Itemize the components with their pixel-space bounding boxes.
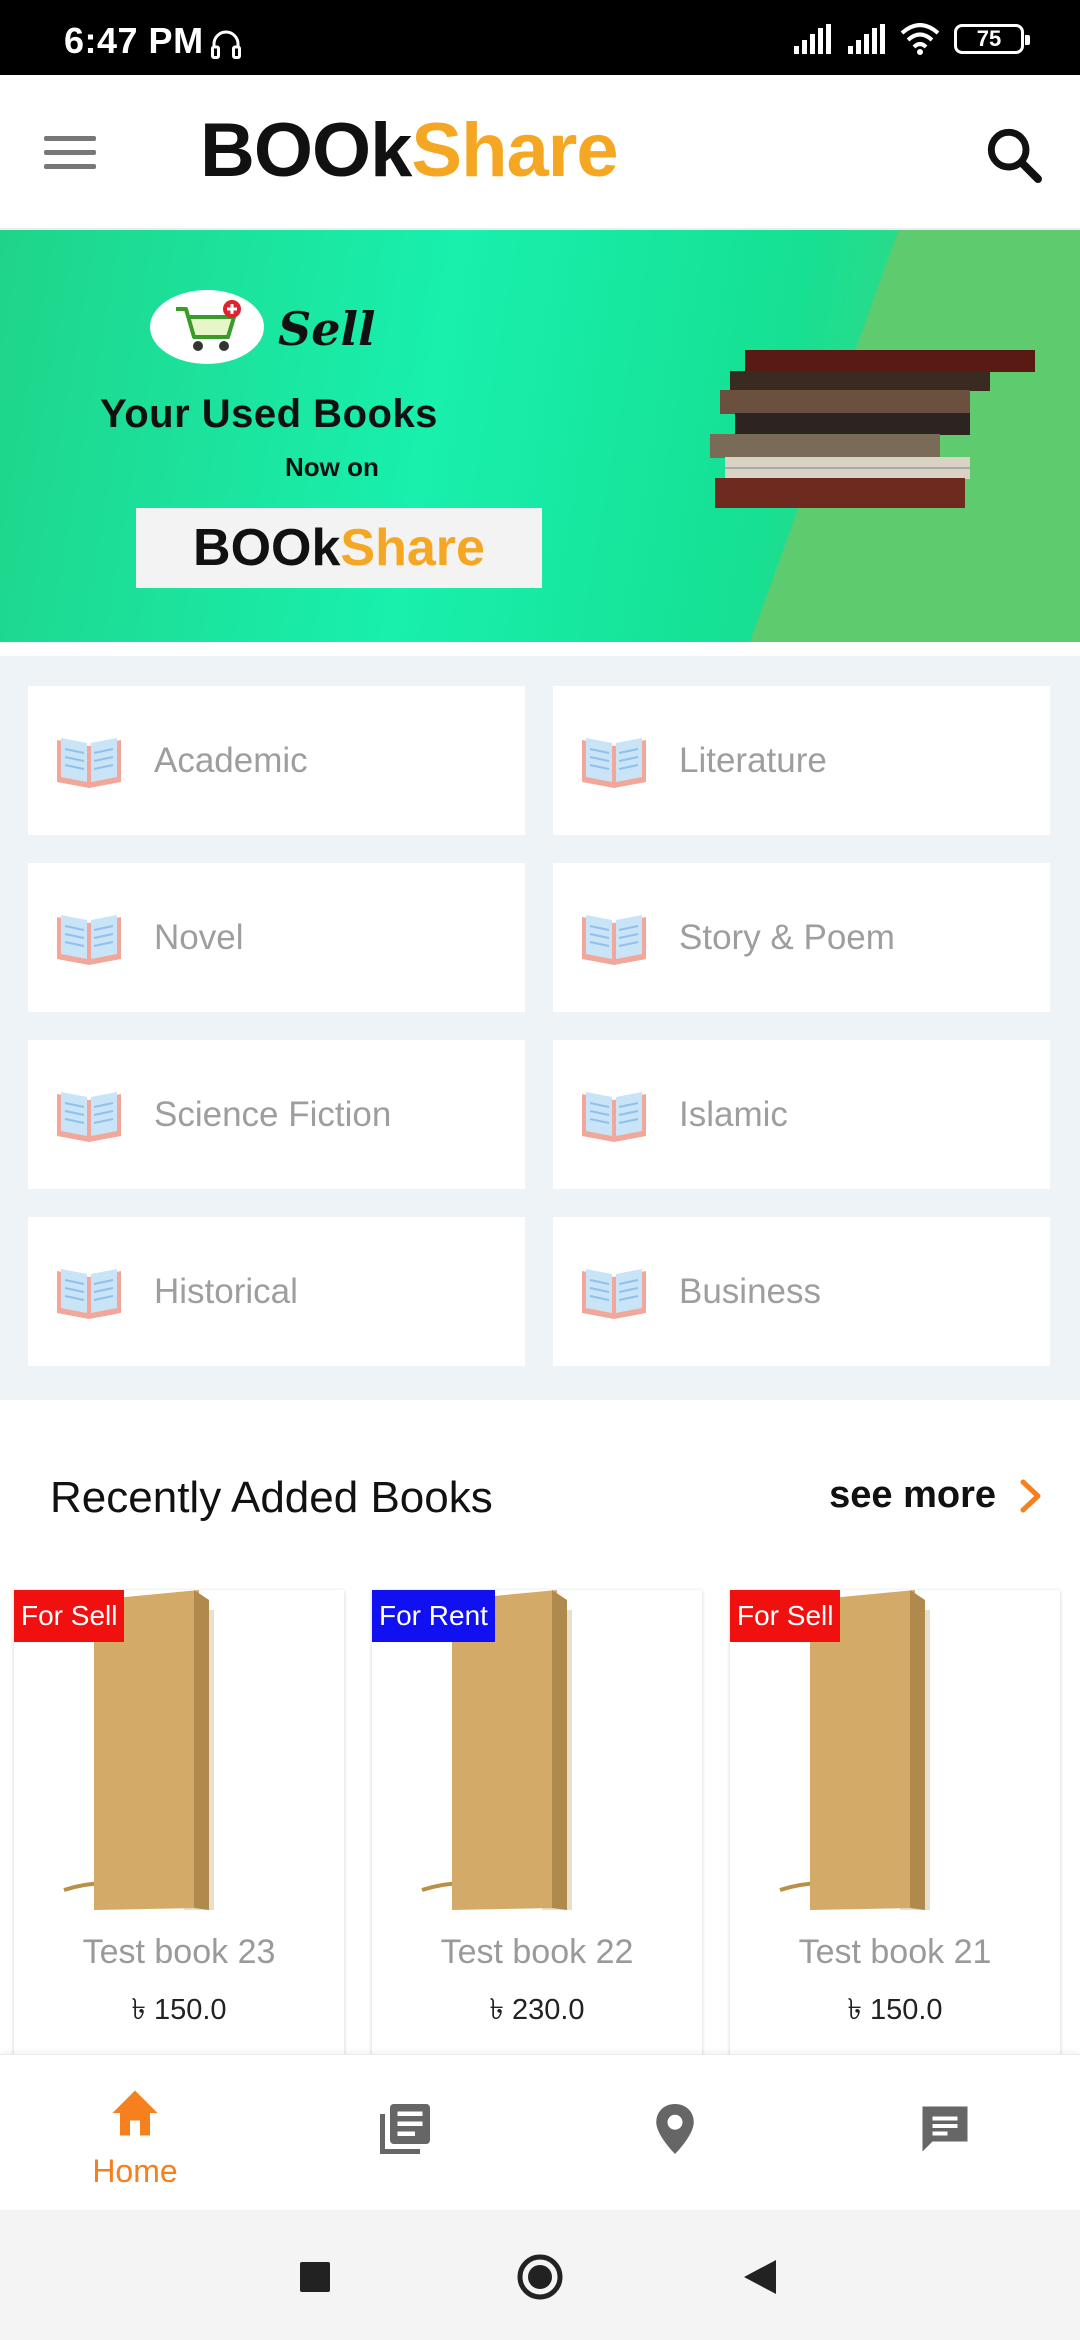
open-book-icon [582,1268,646,1319]
map-pin-icon [656,2104,694,2154]
promo-banner[interactable]: Sell Your Used Books Now on BOOk Share [0,230,1080,642]
category-islamic[interactable]: Islamic [553,1040,1050,1189]
category-grid: Academic Literature Novel Story & Poem S… [28,686,1052,1366]
category-label: Business [679,1271,822,1311]
home-circle-icon[interactable] [515,2252,565,2302]
category-literature[interactable]: Literature [553,686,1050,835]
book-title: Test book 22 [440,1933,634,1971]
category-section: Academic Literature Novel Story & Poem S… [0,656,1080,1400]
system-nav-bar [0,2210,1080,2340]
category-label: Literature [679,740,827,780]
nav-library[interactable] [270,2055,540,2210]
battery-level: 75 [976,26,1002,51]
book-price: ৳ 150.0 [847,1994,943,2026]
sell-badge: For Sell [14,1590,125,1642]
category-science-fiction[interactable]: Science Fiction [28,1040,525,1189]
banner-subtitle: Now on [285,452,379,482]
banner-logo-book: BOOk [193,519,341,577]
cart-icon [150,290,264,364]
category-label: Academic [154,740,308,780]
chat-icon [922,2106,968,2152]
library-books-icon [380,2104,430,2154]
open-book-icon [57,914,121,965]
recent-books-title: Recently Added Books [50,1473,493,1522]
hamburger-icon[interactable] [44,125,108,179]
category-novel[interactable]: Novel [28,863,525,1012]
home-icon [112,2090,158,2136]
book-card[interactable]: For Sell Test book 21 ৳ 150.0 [730,1590,1060,2060]
chevron-right-icon [1020,1479,1041,1512]
signal-icon-2 [848,24,885,54]
battery-icon: 75 [954,24,1030,54]
signal-icon [794,24,831,54]
banner-sell-text: Sell [278,302,376,356]
recent-books-list: For Sell Test book 23 ৳ 150.0 For Rent T… [14,1590,1074,2060]
status-time: 6:47 PM [64,20,204,61]
wifi-icon [900,23,940,55]
logo-text-book: BOOk [200,107,412,193]
category-label: Islamic [679,1094,788,1134]
bottom-nav: Home [0,2054,1080,2209]
book-title: Test book 23 [82,1933,276,1971]
back-icon[interactable] [736,2252,786,2302]
category-label: Novel [154,917,244,957]
sell-badge: For Sell [730,1590,841,1642]
banner-logo-share: Share [340,519,485,577]
nav-home-label: Home [92,2153,178,2189]
app-logo: BOOk Share [200,105,619,195]
category-academic[interactable]: Academic [28,686,525,835]
category-historical[interactable]: Historical [28,1217,525,1366]
banner-title: Your Used Books [100,392,438,436]
app-bar: BOOk Share [0,75,1080,230]
open-book-icon [57,1091,121,1142]
headphone-icon [211,30,241,59]
nav-chat[interactable] [810,2055,1080,2210]
recents-icon[interactable] [290,2252,340,2302]
status-bar: 6:47 PM 75 [0,0,1080,75]
logo-text-share: Share [411,107,618,193]
book-price: ৳ 230.0 [489,1994,585,2026]
open-book-icon [582,1091,646,1142]
book-price: ৳ 150.0 [131,1994,227,2026]
open-book-icon [582,737,646,788]
banner-logo: BOOk Share [136,508,542,588]
category-story-poem[interactable]: Story & Poem [553,863,1050,1012]
status-icons: 75 [792,22,1030,56]
open-book-icon [57,737,121,788]
book-card[interactable]: For Sell Test book 23 ৳ 150.0 [14,1590,344,2060]
book-card[interactable]: For Rent Test book 22 ৳ 230.0 [372,1590,702,2060]
book-title: Test book 21 [798,1933,992,1971]
nav-location[interactable] [540,2055,810,2210]
open-book-icon [582,914,646,965]
book-stack-image [710,350,1035,508]
search-icon[interactable] [982,123,1046,187]
rent-badge: For Rent [372,1590,495,1642]
open-book-icon [57,1268,121,1319]
category-business[interactable]: Business [553,1217,1050,1366]
category-label: Historical [154,1271,298,1311]
see-more-label: see more [829,1474,996,1516]
category-label: Story & Poem [679,917,895,957]
see-more-button[interactable]: see more [829,1474,1044,1517]
category-label: Science Fiction [154,1094,392,1134]
nav-home[interactable]: Home [0,2055,270,2210]
